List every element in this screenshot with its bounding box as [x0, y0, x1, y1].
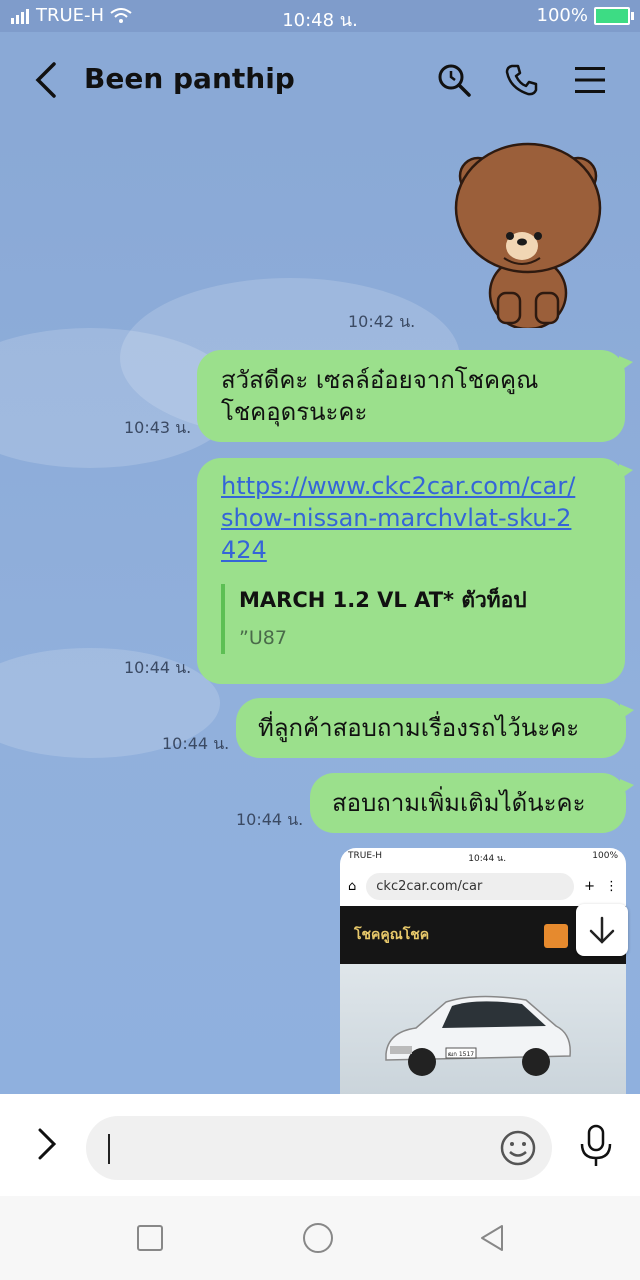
message-time: 10:44 น.: [124, 658, 192, 677]
image-address-bar: ⌂ ckc2car.com/car + ⋮: [340, 866, 626, 906]
link-preview[interactable]: MARCH 1.2 VL AT* ตัวท็อป ”U87: [221, 584, 577, 654]
chat-area[interactable]: 10:42 น. สวัสดีคะ เซลล์อ๋อยจากโชคคูณ โชค…: [0, 128, 640, 1094]
shared-image[interactable]: TRUE-H 10:44 น. 100% ⌂ ckc2car.com/car +…: [340, 848, 626, 1094]
chevron-left-icon[interactable]: [30, 60, 64, 100]
text-cursor: [108, 1134, 110, 1164]
search-clock-icon[interactable]: [436, 62, 472, 98]
arrow-down-icon: [589, 916, 615, 944]
message-text: ที่ลูกค้าสอบถามเรื่องรถไว้นะคะ: [258, 714, 580, 742]
message-time: 10:44 น.: [162, 734, 230, 753]
home-icon: ⌂: [348, 878, 357, 894]
message-input-bar: [0, 1094, 640, 1196]
status-bar: TRUE-H 10:48 น. 100%: [0, 0, 640, 32]
bear-sticker[interactable]: [448, 138, 608, 328]
car-plate: ฒก 1517: [448, 1051, 474, 1058]
message-time: 10:42 น.: [348, 312, 416, 331]
message-bubble[interactable]: ที่ลูกค้าสอบถามเรื่องรถไว้นะคะ: [236, 698, 634, 758]
back-triangle-icon[interactable]: [476, 1222, 508, 1254]
chevron-right-icon[interactable]: [32, 1126, 62, 1162]
image-status-bar: TRUE-H 10:44 น. 100%: [340, 848, 626, 866]
message-time: 10:43 น.: [124, 418, 192, 437]
message-bubble[interactable]: สอบถามเพิ่มเติมได้นะคะ: [310, 773, 634, 833]
hamburger-icon[interactable]: [572, 62, 608, 98]
system-nav-bar: [0, 1196, 640, 1280]
image-time: 10:44 น.: [468, 854, 507, 864]
home-button-icon[interactable]: [302, 1222, 334, 1254]
chat-title: Been panthip: [84, 62, 295, 95]
message-text: โชคอุดรนะคะ: [221, 398, 368, 426]
image-url: ckc2car.com/car: [366, 872, 575, 900]
message-bubble[interactable]: สวัสดีคะ เซลล์อ๋อยจากโชคคูณ โชคอุดรนะคะ: [197, 350, 633, 442]
microphone-icon[interactable]: [576, 1124, 616, 1168]
scroll-down-button[interactable]: [576, 904, 628, 956]
link-message-bubble[interactable]: https://www.ckc2car.com/car/show-nissan-…: [197, 458, 633, 684]
message-text: สอบถามเพิ่มเติมได้นะคะ: [332, 789, 586, 817]
battery-icon: [594, 6, 634, 25]
bubble-tail: [619, 356, 633, 372]
image-menu-icon: [544, 924, 568, 948]
battery-label: 100%: [536, 5, 588, 26]
smiley-icon[interactable]: [498, 1128, 538, 1168]
recent-apps-icon[interactable]: [134, 1222, 166, 1254]
image-carrier: TRUE-H: [348, 851, 383, 861]
preview-description: ”U87: [239, 627, 287, 649]
message-text: สวัสดีคะ เซลล์อ๋อยจากโชคคูณ: [221, 366, 539, 394]
status-right: 100%: [536, 5, 634, 26]
image-site-logo: โชคคูณโชค: [354, 927, 430, 943]
bubble-tail: [620, 704, 634, 720]
image-car-photo: ฒก 1517: [340, 964, 626, 1094]
image-battery: 100%: [592, 851, 618, 861]
bubble-tail: [620, 779, 634, 795]
message-time: 10:44 น.: [236, 810, 304, 829]
message-link[interactable]: https://www.ckc2car.com/car/show-nissan-…: [221, 472, 575, 564]
phone-icon[interactable]: [504, 62, 540, 98]
chat-header: Been panthip: [0, 32, 640, 128]
bubble-tail: [619, 464, 633, 480]
more-icon: ⋮: [605, 878, 618, 894]
car-illustration: ฒก 1517: [385, 995, 571, 1076]
preview-title: MARCH 1.2 VL AT* ตัวท็อป: [239, 588, 527, 612]
message-input[interactable]: [86, 1116, 552, 1180]
plus-icon: +: [584, 878, 595, 894]
